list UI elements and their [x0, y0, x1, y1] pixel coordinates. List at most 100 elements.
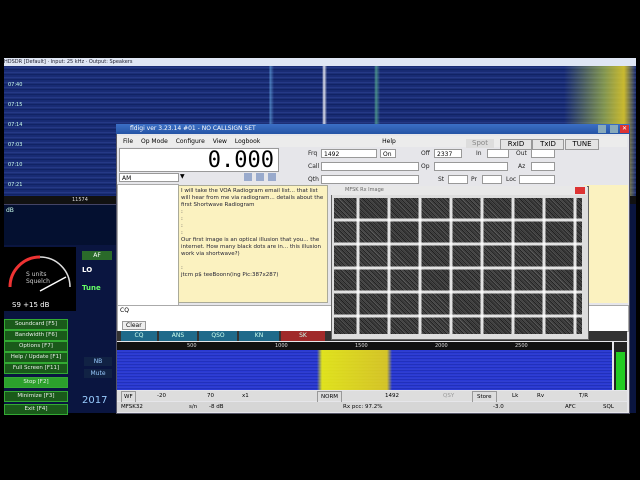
wf-time-2: 07:14 — [8, 122, 23, 128]
nb-button[interactable]: NB — [84, 357, 112, 366]
frq-field[interactable]: 1492 — [321, 149, 377, 158]
center-freq[interactable]: 1492 — [385, 391, 399, 401]
lo-label: LO — [82, 266, 93, 274]
rxid-button[interactable]: RxID — [500, 139, 532, 150]
smeter-label: S units Squelch — [26, 271, 50, 285]
lk-button[interactable]: Lk — [512, 391, 518, 401]
ruler-500: 500 — [187, 343, 197, 349]
wf-level-1[interactable]: -20 — [157, 391, 166, 401]
st-label: St — [438, 176, 445, 183]
sdr-spectrum[interactable]: dB — [4, 204, 116, 245]
wf-time-3: 07:03 — [8, 142, 23, 148]
qth-label: Qth — [308, 176, 319, 183]
signal-level-meter — [614, 342, 627, 390]
menu-configure[interactable]: Configure — [176, 138, 205, 145]
rx-text-panel[interactable]: I will take the VOA Radiogram email list… — [178, 185, 328, 303]
call-label: Call — [308, 163, 320, 170]
help-update-button[interactable]: Help / Update [F1] — [4, 352, 68, 363]
status-rx: Rx pcc: 97.2% — [343, 404, 383, 410]
off-field[interactable]: 2337 — [434, 149, 462, 158]
menu-logbook[interactable]: Logbook — [235, 138, 260, 145]
op-label: Op — [421, 163, 430, 170]
menu-file[interactable]: File — [123, 138, 133, 145]
fldigi-title-bar[interactable]: fldigi ver 3.23.14 #01 - NO CALLSIGN SET… — [116, 124, 630, 134]
chevron-down-icon[interactable]: ▼ — [180, 173, 190, 182]
ruler-1500: 1500 — [355, 343, 368, 349]
zoom-button[interactable]: x1 — [242, 391, 249, 401]
stop-button[interactable]: Stop [F2] — [4, 377, 68, 388]
status-afc[interactable]: AFC — [565, 402, 576, 412]
freq-marker: 11574 — [72, 197, 88, 203]
refresh-icon[interactable] — [244, 173, 252, 181]
fldigi-waterfall[interactable] — [117, 350, 612, 390]
popup-title: MFSK Rx Image — [345, 187, 384, 193]
bandwidth-button[interactable]: Bandwidth [F6] — [4, 330, 68, 341]
soundcard-button[interactable]: Soundcard [F5] — [4, 319, 68, 330]
out-label: Out — [516, 150, 527, 157]
off-label: Off — [421, 150, 430, 157]
exit-button[interactable]: Exit [F4] — [4, 404, 68, 415]
macro-qso-button[interactable]: QSO — [199, 331, 237, 341]
rv-button[interactable]: Rv — [537, 391, 544, 401]
tr-button[interactable]: T/R — [579, 391, 588, 401]
db-label: dB — [6, 207, 14, 214]
loc-field[interactable] — [519, 175, 555, 184]
wf-time-4: 07:10 — [8, 162, 23, 168]
ruler-2000: 2000 — [435, 343, 448, 349]
in-field[interactable] — [487, 149, 509, 158]
popup-close-icon[interactable] — [575, 187, 585, 194]
popup-title-bar[interactable]: MFSK Rx Image — [331, 186, 587, 195]
on-field[interactable]: On — [380, 149, 396, 158]
status-bar: MFSK32 s/n -8 dB Rx pcc: 97.2% -3.0 AFC … — [117, 402, 627, 412]
menu-help[interactable]: Help — [382, 138, 396, 145]
pr-field[interactable] — [482, 175, 502, 184]
in-label: In — [476, 150, 482, 157]
clear-button[interactable]: Clear — [122, 321, 146, 330]
mode-select[interactable]: AM — [119, 173, 179, 182]
status-mode[interactable]: MFSK32 — [121, 402, 143, 412]
txid-button[interactable]: TxID — [532, 139, 564, 150]
frequency-ruler[interactable]: 500 1000 1500 2000 2500 — [117, 342, 612, 350]
minimize-icon[interactable] — [598, 125, 606, 133]
spot-button[interactable]: Spot — [466, 139, 494, 148]
menu-view[interactable]: View — [213, 138, 227, 145]
loc-label: Loc — [506, 176, 517, 183]
frequency-display[interactable]: 0.000 — [119, 148, 279, 173]
menu-op-mode[interactable]: Op Mode — [141, 138, 168, 145]
status-sn-value: -8 dB — [209, 404, 224, 410]
op-field[interactable] — [434, 162, 508, 171]
lock-icon[interactable] — [256, 173, 264, 181]
macro-sk-button[interactable]: SK — [281, 331, 325, 341]
mute-button[interactable]: Mute — [84, 369, 112, 378]
st-field[interactable] — [448, 175, 468, 184]
wf-time-5: 07:21 — [8, 182, 23, 188]
full-screen-button[interactable]: Full Screen [F11] — [4, 363, 68, 374]
s-meter: S units Squelch S9 +15 dB — [4, 247, 76, 311]
macro-ans-button[interactable]: ANS — [159, 331, 197, 341]
out-field[interactable] — [531, 149, 555, 158]
rx-text-panel-right[interactable] — [584, 185, 628, 303]
tune-button[interactable]: TUNE — [565, 139, 599, 150]
az-label: Az — [518, 163, 526, 170]
clear-label: Clear — [126, 322, 142, 329]
qth-field[interactable] — [321, 175, 419, 184]
call-field[interactable] — [321, 162, 419, 171]
sdr-title-bar: HDSDR [Default] · Input: 25 kHz · Output… — [4, 58, 636, 66]
az-field[interactable] — [531, 162, 555, 171]
waterfall-controls: WF -20 70 x1 NORM 1492 QSY Store Lk Rv T… — [117, 391, 627, 403]
qsy-button[interactable]: QSY — [443, 391, 454, 401]
search-icon[interactable] — [268, 173, 276, 181]
fldigi-title: fldigi ver 3.23.14 #01 - NO CALLSIGN SET — [130, 125, 256, 132]
wf-level-2[interactable]: 70 — [207, 391, 214, 401]
close-icon[interactable]: ✕ — [620, 125, 629, 133]
macro-kn-button[interactable]: KN — [239, 331, 279, 341]
status-level[interactable]: -3.0 — [493, 402, 504, 412]
wf-time-0: 07:40 — [8, 82, 23, 88]
signal-level-bar — [616, 352, 625, 390]
maximize-icon[interactable] — [610, 125, 618, 133]
log-panel[interactable] — [117, 184, 179, 306]
status-sql[interactable]: SQL — [603, 402, 614, 412]
macro-cq-button[interactable]: CQ — [121, 331, 157, 341]
minimize-button[interactable]: Minimize [F3] — [4, 391, 68, 402]
options-button[interactable]: Options [F7] — [4, 341, 68, 352]
